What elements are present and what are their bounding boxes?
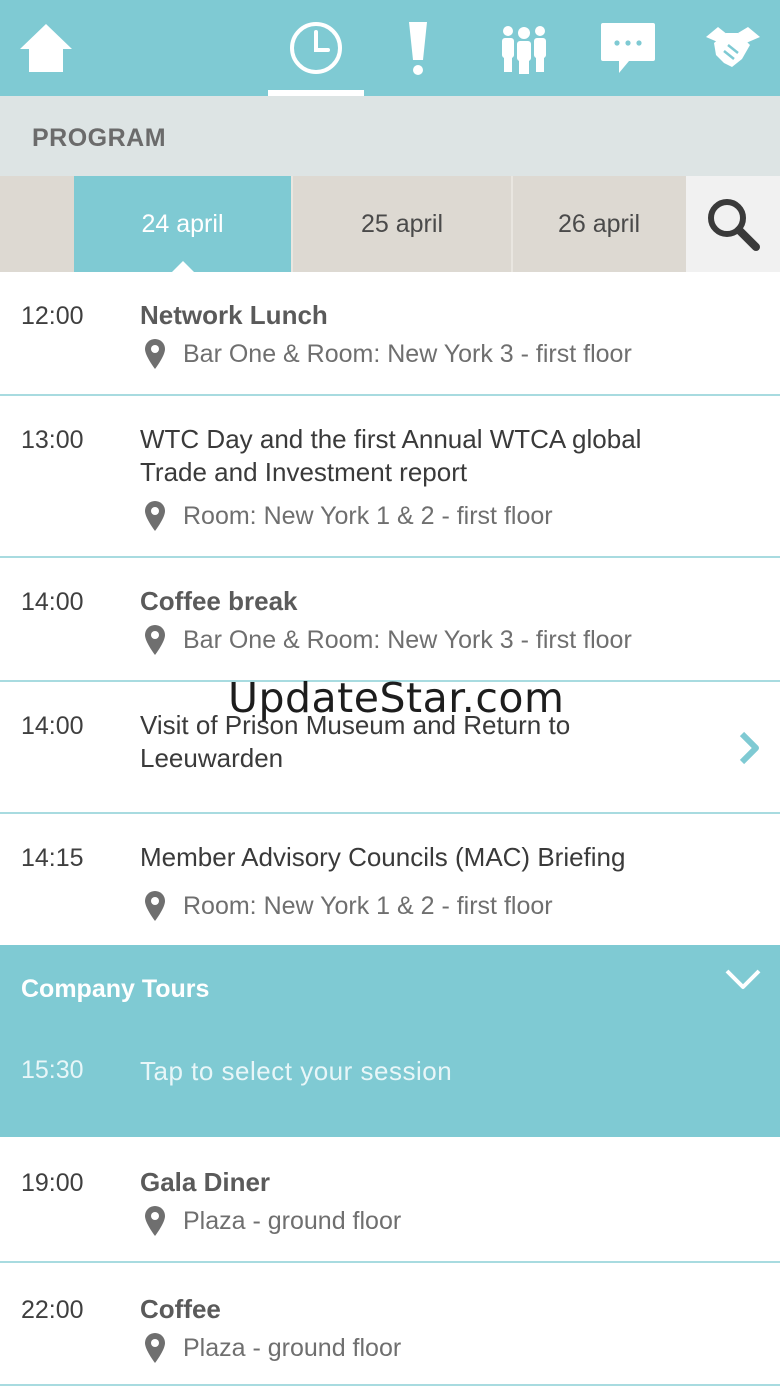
exclamation-icon	[409, 22, 427, 75]
location-pin-icon	[145, 339, 165, 369]
date-tab-26-april[interactable]: 26 april	[513, 176, 686, 272]
session-row[interactable]: 13:00 WTC Day and the first Annual WTCA …	[0, 396, 780, 558]
page-title: PROGRAM	[32, 124, 167, 152]
session-row[interactable]: 14:15 Member Advisory Councils (MAC) Bri…	[0, 814, 780, 945]
nav-home-button[interactable]	[0, 0, 92, 96]
session-location-text: Plaza - ground floor	[183, 1206, 402, 1235]
search-button[interactable]	[686, 176, 780, 272]
session-row[interactable]: 19:00 Gala Diner Plaza - ground floor	[0, 1137, 780, 1263]
session-time: 12:00	[21, 302, 84, 330]
location-pin-icon	[145, 625, 165, 655]
nav-matchmaking-button[interactable]	[686, 0, 780, 96]
session-time: 14:00	[21, 588, 84, 616]
session-title: Gala Diner	[140, 1167, 271, 1197]
group-title: Company Tours	[21, 975, 210, 1003]
top-navigation-bar	[0, 0, 780, 96]
session-title: Coffee break	[140, 586, 298, 616]
session-location-text: Room: New York 1 & 2 - first floor	[183, 501, 553, 530]
session-time: 14:15	[21, 844, 84, 872]
handshake-icon	[706, 27, 760, 67]
company-tours-group[interactable]: Company Tours 15:30 Tap to select your s…	[0, 945, 780, 1137]
session-location: Bar One & Room: New York 3 - first floor	[144, 338, 632, 370]
session-location-text: Bar One & Room: New York 3 - first floor	[183, 339, 632, 368]
clock-icon	[290, 22, 342, 74]
nav-messages-button[interactable]	[582, 0, 674, 96]
session-title: WTC Day and the first Annual WTCA global…	[140, 424, 642, 487]
session-location-text: Bar One & Room: New York 3 - first floor	[183, 625, 632, 654]
people-icon	[502, 26, 546, 74]
session-location: Bar One & Room: New York 3 - first floor	[144, 624, 632, 656]
search-icon	[708, 199, 760, 251]
session-time: 14:00	[21, 712, 84, 740]
session-title: Coffee	[140, 1294, 221, 1324]
location-pin-icon	[145, 891, 165, 921]
date-tab-bar: 24 april 25 april 26 april	[0, 176, 780, 273]
row-chevron-right-icon[interactable]	[738, 730, 760, 766]
session-location: Room: New York 1 & 2 - first floor	[144, 890, 553, 922]
date-tab-24-april[interactable]: 24 april	[74, 176, 291, 272]
group-time: 15:30	[21, 1056, 84, 1084]
location-pin-icon	[145, 501, 165, 531]
session-location: Plaza - ground floor	[144, 1205, 401, 1237]
session-title: Member Advisory Councils (MAC) Briefing	[140, 842, 626, 872]
page-title-band: PROGRAM	[0, 96, 780, 176]
date-tab-25-april[interactable]: 25 april	[293, 176, 511, 272]
session-time: 13:00	[21, 426, 84, 454]
location-pin-icon	[145, 1206, 165, 1236]
chat-bubble-icon	[601, 23, 655, 73]
session-time: 19:00	[21, 1169, 84, 1197]
session-title: Network Lunch	[140, 300, 328, 330]
session-time: 22:00	[21, 1296, 84, 1324]
session-location: Room: New York 1 & 2 - first floor	[144, 500, 553, 532]
nav-program-button[interactable]	[268, 0, 364, 96]
session-row[interactable]: 12:00 Network Lunch Bar One & Room: New …	[0, 272, 780, 396]
session-location-text: Plaza - ground floor	[183, 1333, 402, 1362]
watermark: UpdateStar.com	[228, 674, 565, 722]
location-pin-icon	[145, 1333, 165, 1363]
session-location-text: Room: New York 1 & 2 - first floor	[183, 891, 553, 920]
session-row[interactable]: 14:00 Coffee break Bar One & Room: New Y…	[0, 558, 780, 682]
nav-alerts-button[interactable]	[372, 0, 464, 96]
chevron-down-icon[interactable]	[724, 967, 762, 996]
home-icon	[20, 24, 72, 72]
session-location: Plaza - ground floor	[144, 1332, 401, 1364]
select-session-prompt[interactable]: Tap to select your session	[140, 1056, 452, 1087]
session-row[interactable]: 22:00 Coffee Plaza - ground floor	[0, 1263, 780, 1386]
nav-attendees-button[interactable]	[478, 0, 570, 96]
